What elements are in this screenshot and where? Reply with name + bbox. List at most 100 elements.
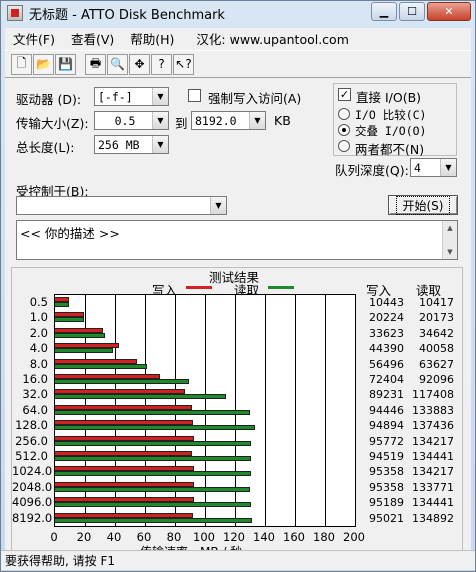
chevron-down-icon: ▼ (152, 136, 168, 153)
menu-view[interactable]: 查看(V) (63, 29, 122, 48)
read-bar (55, 379, 189, 384)
menu-file[interactable]: 文件(F) (5, 29, 63, 48)
app-icon (7, 5, 23, 21)
menu-localized-url[interactable]: 汉化: www.upantool.com (188, 29, 356, 48)
drive-select[interactable]: [-f-] ▼ (94, 87, 169, 106)
read-value: 10417 (419, 296, 454, 309)
write-value: 95772 (369, 434, 404, 448)
read-value: 134892 (412, 511, 454, 525)
scroll-up-icon[interactable]: ▲ (443, 221, 457, 235)
menu-help[interactable]: 帮助(H) (122, 29, 182, 48)
write-value: 94519 (369, 450, 404, 463)
read-bar (55, 486, 250, 492)
to-label: 到 (175, 116, 188, 131)
chevron-down-icon: ▼ (440, 159, 456, 176)
description-scrollbar[interactable]: ▲ ▼ (442, 221, 457, 259)
title-bar[interactable]: 无标题 - ATTO Disk Benchmark ▁ ☐ ✕ (1, 1, 475, 25)
app-window: 无标题 - ATTO Disk Benchmark ▁ ☐ ✕ 文件(F) 查看… (0, 0, 476, 572)
force-write-checkbox[interactable] (188, 89, 201, 102)
write-value: 72404 (369, 373, 404, 386)
write-value: 56496 (369, 357, 404, 371)
x-tick-label: 0 (50, 530, 58, 544)
kb-label: KB (274, 113, 291, 128)
y-tick-label: 256.0 (15, 433, 48, 448)
start-button[interactable]: 开始(S) (388, 195, 458, 215)
read-value: 40058 (419, 342, 454, 356)
write-value: 94446 (369, 403, 404, 417)
total-length-label: 总长度(L): (16, 140, 75, 155)
read-bar (55, 425, 255, 431)
y-tick-label: 1024.0 (12, 464, 53, 479)
legend-read-swatch (268, 286, 294, 289)
read-bar (55, 332, 105, 338)
x-tick-label: 80 (166, 530, 182, 544)
y-tick-label: 512.0 (15, 449, 48, 463)
maximize-button[interactable]: ☐ (399, 2, 425, 21)
read-bar (55, 348, 113, 354)
grid-line (295, 295, 296, 526)
read-bar (55, 471, 251, 477)
write-value: 33623 (369, 326, 404, 340)
print-icon[interactable]: 🖶 (85, 53, 106, 75)
queue-depth-label: 队列深度(Q): (335, 163, 409, 178)
read-bar (55, 363, 147, 369)
queue-depth-select[interactable]: 4 ▼ (410, 158, 457, 177)
status-bar: 要获得帮助, 请按 F1 (1, 550, 475, 570)
new-file-icon[interactable]: 🗋 (11, 53, 32, 75)
move-icon[interactable]: ✥ (129, 53, 150, 75)
y-tick-label: 128.0 (15, 418, 48, 433)
x-tick-label: 100 (193, 530, 215, 544)
menu-bar: 文件(F) 查看(V) 帮助(H) 汉化: www.upantool.com (5, 28, 471, 48)
read-bar (55, 502, 251, 508)
status-text: 要获得帮助, 请按 F1 (5, 554, 115, 568)
scroll-down-icon[interactable]: ▼ (443, 245, 457, 259)
y-tick-label: 4096.0 (12, 495, 53, 510)
read-bar (55, 302, 69, 307)
write-value: 89231 (369, 388, 404, 402)
print-preview-icon[interactable]: 🔍 (107, 53, 128, 75)
y-tick-label: 8.0 (29, 356, 48, 371)
io-compare-radio[interactable] (338, 108, 350, 120)
results-panel: 测试结果 写入 读取 写入 读取 0.5 10443 10417 1.0 20224 20… (11, 267, 463, 559)
neither-radio[interactable] (338, 140, 350, 152)
direct-io-checkbox[interactable]: ✓ (338, 88, 351, 101)
open-folder-icon[interactable]: 📂 (33, 53, 54, 75)
neither-label: 两者都不(N) (355, 142, 425, 157)
grid-line (325, 295, 326, 526)
transfer-size-label: 传输大小(Z): (16, 116, 89, 131)
read-value: 20173 (419, 311, 454, 325)
y-tick-label: 8192.0 (12, 510, 53, 525)
x-tick-label: 200 (343, 530, 365, 544)
read-bar (55, 517, 252, 523)
write-value: 44390 (369, 342, 404, 356)
write-value: 20224 (369, 311, 404, 325)
y-tick-label: 1.0 (29, 310, 48, 325)
write-value: 95358 (369, 480, 404, 494)
read-value: 63627 (419, 357, 454, 371)
x-tick-label: 160 (283, 530, 305, 544)
x-tick-label: 180 (313, 530, 335, 544)
overlapped-io-radio[interactable] (338, 124, 350, 136)
controlled-by-select[interactable]: ▼ (16, 196, 227, 215)
close-button[interactable]: ✕ (427, 2, 471, 21)
x-tick-label: 140 (253, 530, 275, 544)
window-title: 无标题 - ATTO Disk Benchmark (29, 7, 225, 23)
description-textarea[interactable]: << 你的描述 >> ▲ ▼ (16, 220, 458, 260)
direct-io-label: 直接 I/O(B) (356, 90, 422, 105)
total-length-select[interactable]: 256 MB ▼ (94, 135, 169, 154)
y-tick-label: 0.5 (29, 295, 48, 309)
io-compare-label: I/O 比较(C) (355, 108, 427, 122)
chart-plot-area (54, 294, 356, 527)
minimize-button[interactable]: ▁ (371, 2, 397, 21)
context-help-icon[interactable]: ↖? (173, 53, 194, 75)
chevron-down-icon: ▼ (249, 112, 265, 129)
overlapped-io-label: 交叠 I/O(O) (355, 124, 427, 138)
client-area: 文件(F) 查看(V) 帮助(H) 汉化: www.upantool.com 🗋… (5, 28, 471, 559)
write-value: 95021 (369, 511, 404, 525)
transfer-to-select[interactable]: 8192.0 ▼ (191, 111, 266, 130)
save-icon[interactable]: 💾 (55, 53, 76, 75)
help-icon[interactable]: ? (151, 53, 172, 75)
chevron-down-icon: ▼ (152, 88, 168, 105)
toolbar: 🗋 📂 💾 🖶 🔍 ✥ ? ↖? (5, 50, 471, 78)
transfer-from-select[interactable]: 0.5 ▼ (94, 111, 169, 130)
